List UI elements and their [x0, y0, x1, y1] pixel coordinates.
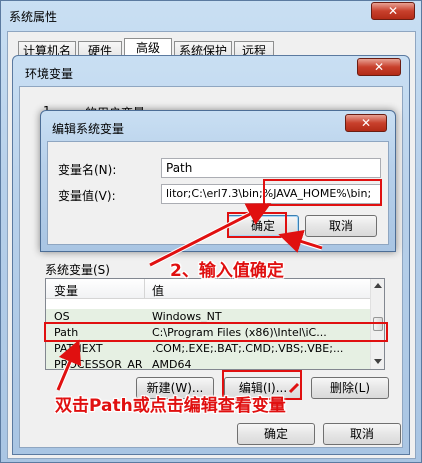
annotation-step1-text: 双击Path或点击编辑查看变量 — [55, 396, 286, 416]
arrow-to-edit-button — [288, 382, 300, 394]
arrow-to-ok-button — [278, 229, 323, 253]
annotation-step2-text: 2、输入值确定 — [170, 261, 284, 281]
arrow-to-path-row — [56, 339, 82, 391]
